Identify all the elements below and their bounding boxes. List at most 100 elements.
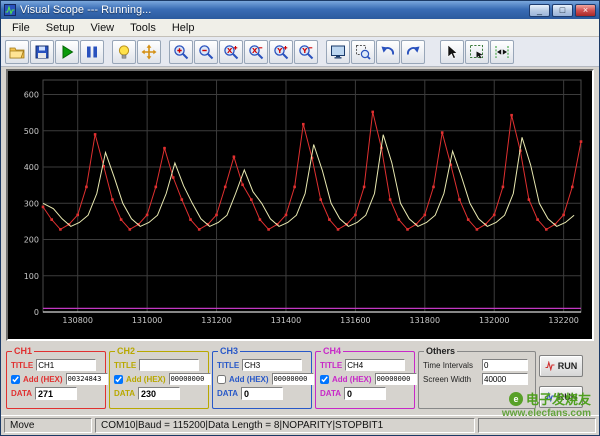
zoom-in-button[interactable] [169, 39, 193, 64]
pause-button[interactable] [80, 39, 104, 64]
light-button[interactable] [112, 39, 136, 64]
data-label: DATA [114, 389, 136, 398]
svg-text:Y: Y [301, 47, 308, 55]
menu-item-file[interactable]: File [4, 20, 38, 36]
run-button-label: RUN [557, 361, 578, 371]
zoom-out-button[interactable] [194, 39, 218, 64]
zoom-x-out-button[interactable]: X [244, 39, 268, 64]
zoom-y-in-icon: Y [274, 44, 289, 59]
app-icon [4, 4, 16, 16]
measure-button[interactable] [490, 39, 514, 64]
menu-item-setup[interactable]: Setup [38, 20, 83, 36]
statusbar: Move COM10|Baud = 115200|Data Length = 8… [1, 415, 599, 435]
status-connection: COM10|Baud = 115200|Data Length = 8|NOPA… [95, 418, 475, 433]
time-intervals-input[interactable] [482, 359, 528, 371]
undo-button[interactable] [376, 39, 400, 64]
channel-title: CH4 [321, 346, 344, 356]
svg-text:100: 100 [24, 272, 39, 281]
channel-title: CH1 [12, 346, 35, 356]
svg-text:500: 500 [24, 127, 39, 136]
ch3-title-input[interactable] [242, 359, 303, 371]
svg-text:132200: 132200 [548, 316, 579, 325]
svg-text:300: 300 [24, 199, 39, 208]
save-button[interactable] [30, 39, 54, 64]
scope-display[interactable]: 130800 131000 131200 131400 131600 131800 1320… [6, 69, 594, 341]
add-hex-label: Add (HEX) [229, 374, 269, 384]
run-button-column: RUN RUN [539, 351, 583, 408]
svg-text:Y: Y [276, 47, 283, 55]
open-file-button[interactable] [5, 39, 29, 64]
ch1-add-input[interactable] [65, 373, 108, 385]
add-hex-label: Add (HEX) [23, 374, 63, 384]
fit-screen-button[interactable] [326, 39, 350, 64]
ch1-title-input[interactable] [36, 359, 97, 371]
channel-panels: CH1 TITLE Add (HEX) DATA 271 CH2 TITLE [1, 343, 599, 415]
play-icon [62, 44, 74, 59]
ch1-data-value: 271 [35, 387, 78, 400]
zoom-out-icon [199, 44, 214, 59]
svg-text:131400: 131400 [271, 316, 302, 325]
minimize-button[interactable]: _ [529, 3, 550, 17]
maximize-button[interactable]: □ [552, 3, 573, 17]
waveform-chart[interactable]: 130800 131000 131200 131400 131600 131800 1320… [11, 74, 589, 336]
ch2-add-checkbox[interactable] [114, 374, 123, 384]
app-window: Visual Scope --- Running... _ □ × File S… [0, 0, 600, 436]
title-label: TITLE [320, 360, 343, 370]
titlebar: Visual Scope --- Running... _ □ × [1, 1, 599, 19]
lightbulb-icon [118, 44, 130, 58]
title-label: TITLE [114, 360, 137, 370]
others-title: Others [424, 346, 458, 356]
svg-text:600: 600 [24, 91, 39, 100]
zoom-window-button[interactable] [351, 39, 375, 64]
run-button-1[interactable]: RUN [539, 355, 583, 377]
monitor-icon [331, 45, 345, 58]
run-button-2[interactable]: RUN [539, 386, 583, 408]
svg-text:131800: 131800 [410, 316, 441, 325]
screen-width-input[interactable] [482, 373, 528, 385]
run-waveform-icon [545, 361, 555, 371]
pause-icon [87, 46, 97, 57]
menu-item-help[interactable]: Help [164, 20, 203, 36]
channel-title: CH2 [115, 346, 138, 356]
ch4-add-input[interactable] [374, 373, 417, 385]
channel-group-ch4: CH4 TITLE Add (HEX) DATA 0 [315, 346, 417, 409]
data-label: DATA [11, 389, 33, 398]
status-mode: Move [4, 418, 92, 433]
zoom-y-out-button[interactable]: Y [294, 39, 318, 64]
open-folder-icon [9, 47, 25, 58]
ch1-add-checkbox[interactable] [11, 374, 20, 384]
select-region-button[interactable] [465, 39, 489, 64]
zoom-y-out-icon: Y [299, 44, 314, 59]
svg-text:200: 200 [24, 236, 39, 245]
zoom-in-icon [174, 44, 189, 59]
data-label: DATA [217, 389, 239, 398]
zoom-y-in-button[interactable]: Y [269, 39, 293, 64]
cursor-button[interactable] [440, 39, 464, 64]
ch2-add-input[interactable] [168, 373, 211, 385]
ch2-data-value: 230 [138, 387, 181, 400]
ch4-title-input[interactable] [345, 359, 406, 371]
redo-arrow-icon [407, 46, 420, 55]
zoom-x-out-icon: X [249, 44, 264, 59]
data-label: DATA [320, 389, 342, 398]
redo-button[interactable] [401, 39, 425, 64]
undo-arrow-icon [381, 46, 394, 55]
channel-group-ch1: CH1 TITLE Add (HEX) DATA 271 [6, 346, 108, 409]
ch3-add-input[interactable] [271, 373, 314, 385]
title-label: TITLE [217, 360, 240, 370]
svg-text:131600: 131600 [340, 316, 371, 325]
close-button[interactable]: × [575, 3, 596, 17]
svg-text:X: X [227, 47, 233, 55]
ch3-add-checkbox[interactable] [217, 374, 226, 384]
save-disk-icon [35, 45, 49, 58]
run-waveform-icon [545, 392, 555, 402]
menu-item-view[interactable]: View [82, 20, 122, 36]
ch4-add-checkbox[interactable] [320, 374, 329, 384]
pan-button[interactable] [137, 39, 161, 64]
menu-item-tools[interactable]: Tools [122, 20, 164, 36]
start-button[interactable] [55, 39, 79, 64]
ch2-title-input[interactable] [139, 359, 200, 371]
pan-arrows-icon [141, 44, 157, 59]
zoom-x-in-button[interactable]: X [219, 39, 243, 64]
zoom-x-in-icon: X [224, 44, 239, 59]
